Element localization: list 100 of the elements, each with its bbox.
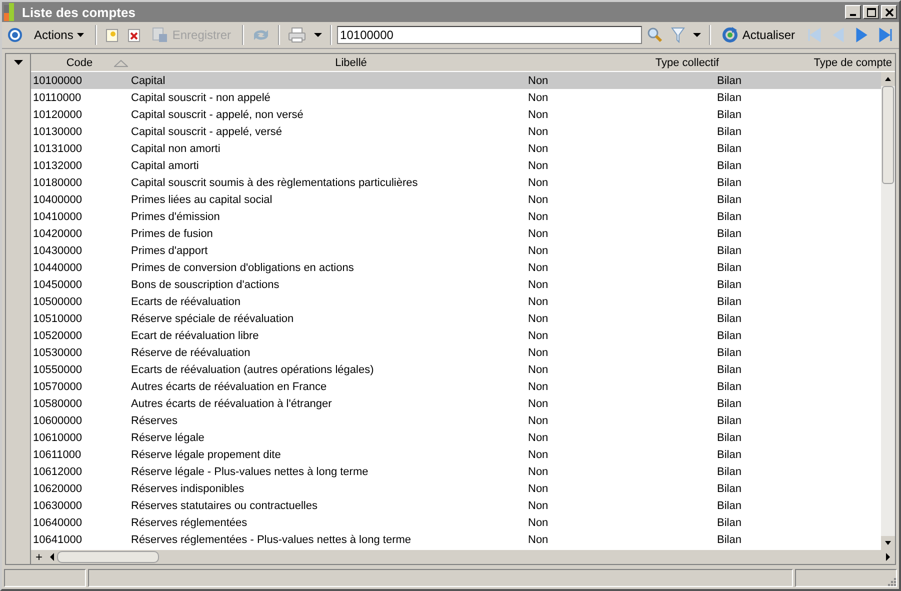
table-row[interactable]: 10520000 Ecart de réévaluation libre Non Bilan [31,327,881,344]
minimize-icon [850,14,856,16]
table-cell-text: Bons de souscription d'actions [131,278,280,290]
table-cell-text: Bilan [717,296,742,308]
table-row[interactable]: 10410000 Primes d'émission Non Bilan [31,208,881,225]
table-row[interactable]: 10640000 Réserves réglementées Non Bilan [31,514,881,531]
table-row[interactable]: 10430000 Primes d'apport Non Bilan [31,242,881,259]
table-cell-text: Non [528,448,550,460]
table-cell-text: 10110000 [32,92,82,104]
table-cell-text: Bilan [717,160,742,172]
table-row[interactable]: 10612000 Réserve légale - Plus-values nettes à long terme Non Bilan [31,463,881,480]
printer-icon [288,27,306,43]
table-cell-text: 10610000 [32,432,83,444]
refresh-button[interactable]: Actualiser [716,24,802,46]
table-row[interactable]: 10440000 Primes de conversion d'obligations en actions Non Bilan [31,259,881,276]
table-cell-text: Réserves réglementées - Plus-values nettes à long terme [131,534,412,546]
table-cell-text: Bilan [717,534,742,546]
table-cell-text: Bilan [717,278,742,290]
table-cell-text: Non [528,194,550,206]
save-icon [152,27,168,43]
table-cell-text: Bilan [717,108,742,120]
table-row[interactable]: 10610000 Réserve légale Non Bilan [31,429,881,446]
table-row[interactable]: 10420000 Primes de fusion Non Bilan [31,225,881,242]
table-cell-text: Non [528,534,550,546]
table-cell-text: 10641000 [32,534,83,546]
table-cell-text: Non [528,176,550,188]
caret-icon [14,60,22,65]
table-cell-text: Bilan [717,398,742,410]
column-header[interactable]: Type de compte [814,56,892,68]
table-row[interactable]: 10641000 Réserves réglementées - Plus-values nettes à long terme Non Bilan [31,531,881,548]
maximize-button[interactable] [863,5,879,19]
table-cell-text: Non [528,296,550,308]
table-cell-text: Non [528,108,550,120]
table-row[interactable]: 10580000 Autres écarts de réévaluation à l'étranger Non Bilan [31,395,881,412]
table-row[interactable]: 10100000 Capital Non Bilan [31,72,881,89]
table-row[interactable]: 10550000 Ecarts de réévaluation (autres opérations légales) Non Bilan [31,361,881,378]
close-button[interactable] [881,5,897,19]
table-cell-text: Capital [131,74,166,86]
table-cell-text: 10570000 [32,380,83,392]
table-cell-text: Non [528,92,550,104]
actions-button[interactable]: Actions [28,24,90,46]
table-row[interactable]: 10611000 Réserve légale propement dite Non Bilan [31,446,881,463]
table-cell-text: Réserve spéciale de réévaluation [131,312,295,324]
table-cell-text: Bilan [717,516,742,528]
table-cell-text: Bilan [717,330,742,342]
column-header[interactable]: Code [66,56,93,68]
table-row[interactable]: 10120000 Capital souscrit - appelé, non versé Non Bilan [31,106,881,123]
table-cell-text: Non [528,228,550,240]
table-cell-text: 10640000 [32,516,83,528]
table-cell-text: Non [528,346,550,358]
table-cell-text: 10530000 [32,346,83,358]
table-cell-text: 10420000 [32,228,83,240]
table-row[interactable]: 10450000 Bons de souscription d'actions Non Bilan [31,276,881,293]
table-cell-text: 10520000 [32,330,83,342]
scroll-thumb[interactable] [57,551,159,563]
table-row[interactable]: 10600000 Réserves Non Bilan [31,412,881,429]
table-row[interactable]: 10180000 Capital souscrit soumis à des règlementations particulières Non Bilan [31,174,881,191]
table-cell-text: 10132000 [32,160,83,172]
table-row[interactable]: 10630000 Réserves statutaires ou contractuelles Non Bilan [31,497,881,514]
table-cell-text: Non [528,466,550,478]
table-cell-text: Non [528,160,550,172]
search-field[interactable]: 10100000 [337,26,642,44]
vertical-scrollbar[interactable] [881,72,895,550]
table-row[interactable]: 10130000 Capital souscrit - appelé, versé Non Bilan [31,123,881,140]
table-cell-text: Autres écarts de réévaluation en France [131,380,328,392]
table-cell-text: Capital amorti [131,160,200,172]
column-header[interactable]: Type collectif [655,56,719,68]
table-row[interactable]: 10510000 Réserve spéciale de réévaluation Non Bilan [31,310,881,327]
table-cell-text: Non [528,516,550,528]
funnel-icon [671,27,686,43]
table-row[interactable]: 10620000 Réserves indisponibles Non Bilan [31,480,881,497]
table-cell-text: 10440000 [32,262,83,274]
table-cell-text: 10500000 [32,296,83,308]
table-cell-text: Ecarts de réévaluation [131,296,242,308]
table-cell-text: Bilan [717,176,742,188]
table-cell-text: Bilan [717,262,742,274]
table-cell-text: Non [528,432,550,444]
table-cell-text: 10611000 [32,448,82,460]
table-cell-text: Bilan [717,500,742,512]
table-row[interactable]: 10570000 Autres écarts de réévaluation en France Non Bilan [31,378,881,395]
table-cell-text: Non [528,210,550,222]
caret-icon [77,33,84,37]
table-row[interactable]: 10131000 Capital non amorti Non Bilan [31,140,881,157]
table-cell-text: Réserve de réévaluation [131,346,252,358]
close-icon [884,8,894,16]
table-cell-text: Non [528,364,550,376]
minimize-button[interactable] [845,5,861,19]
table-row[interactable]: 10110000 Capital souscrit - non appelé Non Bilan [31,89,881,106]
table-cell-text: Réserves réglementées [131,516,248,528]
scroll-thumb[interactable] [882,86,894,184]
table-row[interactable]: 10500000 Ecarts de réévaluation Non Bilan [31,293,881,310]
table-row[interactable]: 10132000 Capital amorti Non Bilan [31,157,881,174]
sort-icon [114,60,128,67]
column-header[interactable]: Libellé [335,56,367,68]
table-cell-text: 10620000 [32,482,83,494]
table-row[interactable]: 10400000 Primes liées au capital social Non Bilan [31,191,881,208]
table-cell-text: Bilan [717,432,742,444]
table-cell-text: 10612000 [32,466,83,478]
target-icon [7,27,23,43]
table-row[interactable]: 10530000 Réserve de réévaluation Non Bilan [31,344,881,361]
